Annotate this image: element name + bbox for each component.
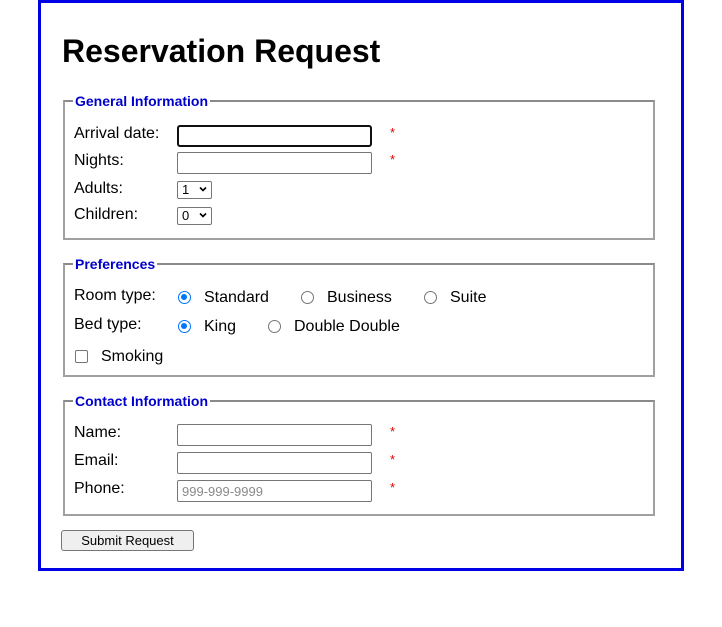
phone-input[interactable] [177,480,372,502]
arrival-required-mark: * [390,125,396,140]
nights-label: Nights: [74,152,124,169]
name-required-mark: * [390,424,396,439]
submit-request-button[interactable]: Submit Request [61,530,194,551]
general-information-legend: General Information [73,93,211,109]
reservation-form-frame: Reservation Request General Information … [38,0,684,571]
contact-information-legend: Contact Information [73,393,210,409]
bed-type-label: Bed type: [74,316,142,333]
phone-required-mark: * [390,480,396,495]
contact-information-fieldset: Contact Information Name: * Email: * Pho… [63,393,655,516]
children-select-value: 0 [182,208,190,223]
room-business-label: Business [327,289,392,306]
room-business-radio[interactable] [301,291,314,304]
bed-king-label: King [204,318,237,335]
chevron-down-icon [199,212,207,218]
adults-select-value: 1 [182,182,190,197]
name-input[interactable] [177,424,372,446]
chevron-down-icon [199,186,207,192]
room-standard-label: Standard [204,289,269,306]
email-input[interactable] [177,452,372,474]
smoking-checkbox[interactable] [75,350,88,363]
room-type-label: Room type: [74,287,156,304]
page-title: Reservation Request [62,33,381,69]
children-select[interactable]: 0 [177,207,212,225]
adults-select[interactable]: 1 [177,181,212,199]
nights-required-mark: * [390,152,396,167]
bed-king-radio[interactable] [178,320,191,333]
phone-label: Phone: [74,480,125,497]
arrival-date-label: Arrival date: [74,125,160,142]
bed-double-double-radio[interactable] [268,320,281,333]
preferences-legend: Preferences [73,256,158,272]
adults-label: Adults: [74,180,123,197]
room-suite-label: Suite [450,289,487,306]
email-required-mark: * [390,452,396,467]
general-information-fieldset: General Information Arrival date: * Nigh… [63,93,655,240]
preferences-fieldset: Preferences Room type: Standard Business… [63,256,655,377]
room-standard-radio[interactable] [178,291,191,304]
children-label: Children: [74,206,139,223]
email-label: Email: [74,452,119,469]
arrival-date-input[interactable] [177,125,372,147]
nights-input[interactable] [177,152,372,174]
bed-double-double-label: Double Double [294,318,400,335]
name-label: Name: [74,424,122,441]
room-suite-radio[interactable] [424,291,437,304]
smoking-label: Smoking [101,348,164,365]
